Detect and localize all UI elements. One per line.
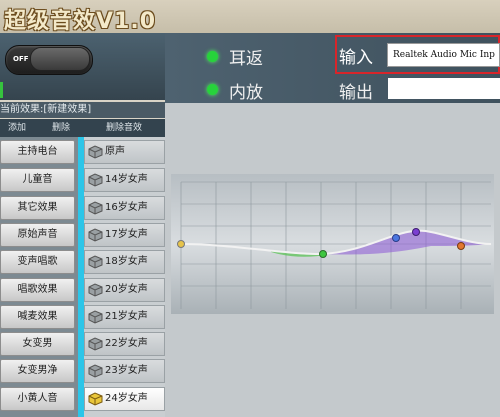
effect-button[interactable]: 儿童音	[0, 168, 75, 192]
preset-label: 23岁女声	[105, 365, 148, 376]
internal-playback-label: 内放	[229, 83, 263, 103]
eq-node[interactable]	[457, 242, 465, 250]
preset-icon	[88, 173, 103, 187]
effect-button[interactable]: 原始声音	[0, 223, 75, 247]
internal-playback-indicator[interactable]	[207, 84, 218, 95]
preset-item[interactable]: 20岁女声	[84, 278, 165, 302]
eq-node[interactable]	[412, 228, 420, 236]
effect-button[interactable]: 主持电台	[0, 140, 75, 164]
app-title: 超级音效V1.0	[4, 9, 156, 34]
preset-item[interactable]: 14岁女声	[84, 168, 165, 192]
input-label: 输入	[339, 48, 373, 68]
delete-effect-button[interactable]: 删除音效	[96, 121, 152, 135]
toggle-knob[interactable]	[30, 47, 90, 71]
ear-return-indicator[interactable]	[207, 51, 218, 62]
effect-button[interactable]: 其它效果	[0, 196, 75, 220]
delete-button[interactable]: 删除	[46, 121, 76, 135]
preset-label: 21岁女声	[105, 311, 148, 322]
preset-icon	[88, 364, 103, 378]
toggle-label: OFF	[13, 55, 29, 63]
preset-label: 24岁女声	[105, 393, 148, 404]
add-button[interactable]: 添加	[2, 121, 32, 135]
effect-button[interactable]: 女变男	[0, 332, 75, 356]
preset-label: 20岁女声	[105, 284, 148, 295]
eq-node[interactable]	[319, 250, 327, 258]
eq-node[interactable]	[177, 240, 185, 248]
preset-item[interactable]: 21岁女声	[84, 305, 165, 329]
preset-label: 16岁女声	[105, 202, 148, 213]
preset-item[interactable]: 原声	[84, 140, 165, 164]
preset-label: 18岁女声	[105, 256, 148, 267]
output-label: 输出	[339, 83, 373, 103]
preset-label: 原声	[105, 146, 125, 157]
preset-label: 14岁女声	[105, 174, 148, 185]
preset-item-selected[interactable]: 24岁女声	[84, 387, 165, 411]
preset-item[interactable]: 18岁女声	[84, 250, 165, 274]
effect-button[interactable]: 唱歌效果	[0, 278, 75, 302]
effect-button[interactable]: 女变男净	[0, 359, 75, 383]
ear-return-label: 耳返	[229, 49, 263, 69]
preset-item[interactable]: 23岁女声	[84, 359, 165, 383]
preset-icon	[88, 228, 103, 242]
effect-button[interactable]: 喊麦效果	[0, 305, 75, 329]
preset-item[interactable]: 22岁女声	[84, 332, 165, 356]
effect-button[interactable]: 小黄人音	[0, 387, 75, 411]
preset-item[interactable]: 17岁女声	[84, 223, 165, 247]
effect-button[interactable]: 变声唱歌	[0, 250, 75, 274]
preset-icon	[88, 310, 103, 324]
preset-icon	[88, 283, 103, 297]
eq-node[interactable]	[392, 234, 400, 242]
status-indicator	[0, 82, 3, 98]
preset-icon	[88, 337, 103, 351]
preset-item[interactable]: 16岁女声	[84, 196, 165, 220]
preset-icon	[88, 392, 103, 406]
preset-label: 17岁女声	[105, 229, 148, 240]
preset-icon	[88, 145, 103, 159]
equalizer-graph[interactable]	[171, 174, 494, 314]
preset-icon	[88, 201, 103, 215]
input-device-field[interactable]: Realtek Audio Mic Inp	[387, 43, 500, 67]
current-effect-label: 当前效果:[新建效果]	[0, 102, 165, 118]
output-device-field[interactable]	[388, 78, 500, 99]
preset-label: 22岁女声	[105, 338, 148, 349]
preset-icon	[88, 255, 103, 269]
